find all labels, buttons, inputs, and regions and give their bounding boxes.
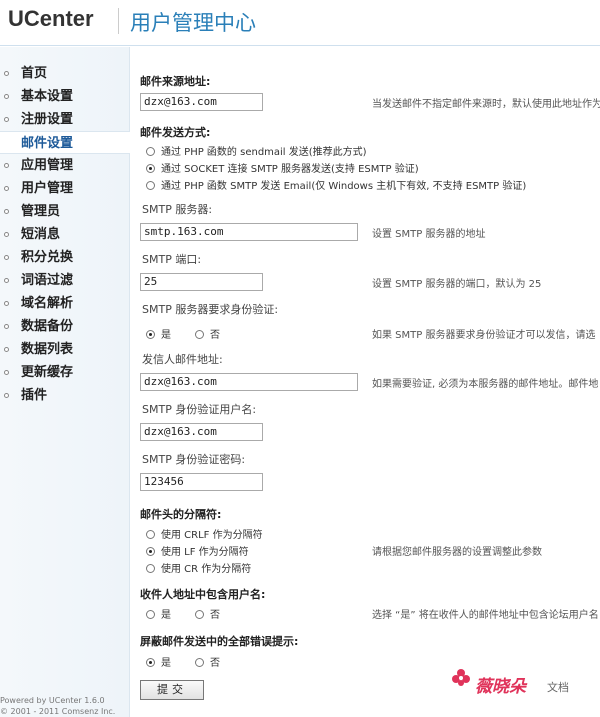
sidebar-item-update-cache[interactable]: 更新缓存 xyxy=(0,361,129,384)
smtp-server-input[interactable]: smtp.163.com xyxy=(140,223,358,241)
smtp-port-hint: 设置 SMTP 服务器的端口，默认为 25 xyxy=(372,279,542,290)
bullet-icon xyxy=(4,117,9,122)
smtp-auth-label: SMTP 服务器要求身份验证: xyxy=(142,303,279,316)
bullet-icon xyxy=(4,324,9,329)
smtp-auth-hint: 如果 SMTP 服务器要求身份验证才可以发信，请选 xyxy=(372,330,596,341)
radio-button[interactable] xyxy=(146,530,155,539)
watermark: 薇晓朵 文档 xyxy=(445,664,595,704)
radio-button[interactable] xyxy=(146,564,155,573)
radio-button[interactable] xyxy=(195,610,204,619)
sender-email-input[interactable]: dzx@163.com xyxy=(140,373,358,391)
sidebar-item-domain-resolve[interactable]: 域名解析 xyxy=(0,292,129,315)
silent-errors-yes[interactable]: 是 xyxy=(146,654,171,669)
separator-title: 邮件头的分隔符: xyxy=(140,508,222,521)
sidebar-item-mail-settings[interactable]: 邮件设置 xyxy=(0,131,130,154)
app-title: 用户管理中心 xyxy=(130,11,256,35)
smtp-server-label: SMTP 服务器: xyxy=(142,203,213,216)
radio-button-checked[interactable] xyxy=(146,547,155,556)
mail-settings-form: 邮件来源地址: dzx@163.com 当发送邮件不指定邮件来源时，默认使用此地… xyxy=(140,47,600,717)
bullet-icon xyxy=(4,393,9,398)
mail-from-title: 邮件来源地址: xyxy=(140,75,211,88)
radio-button-checked[interactable] xyxy=(146,330,155,339)
bullet-icon xyxy=(4,255,9,260)
bullet-icon xyxy=(4,301,9,306)
radio-button-checked[interactable] xyxy=(146,164,155,173)
watermark-brand: 薇晓朵 xyxy=(475,677,526,697)
ucenter-logo[interactable]: UCenter xyxy=(8,6,94,32)
radio-button[interactable] xyxy=(146,147,155,156)
separator-option-crlf[interactable]: 使用 CRLF 作为分隔符 xyxy=(146,526,263,541)
sidebar-item-home[interactable]: 首页 xyxy=(0,62,129,85)
mail-from-input[interactable]: dzx@163.com xyxy=(140,93,263,111)
radio-button[interactable] xyxy=(195,658,204,667)
bullet-icon xyxy=(4,232,9,237)
powered-by: Powered by UCenter 1.6.0 xyxy=(0,696,105,705)
sidebar-item-basic-settings[interactable]: 基本设置 xyxy=(0,85,129,108)
separator-option-lf[interactable]: 使用 LF 作为分隔符 xyxy=(146,543,249,558)
auth-pass-label: SMTP 身份验证密码: xyxy=(142,453,246,466)
sidebar: 首页 基本设置 注册设置 邮件设置 应用管理 用户管理 管理员 短消息 积分兑换… xyxy=(0,47,130,717)
bullet-icon xyxy=(4,347,9,352)
flower-logo-icon xyxy=(452,669,470,686)
separator-hint: 请根据您邮件服务器的设置调整此参数 xyxy=(372,547,542,558)
sidebar-item-app-management[interactable]: 应用管理 xyxy=(0,154,129,177)
send-method-option-socket[interactable]: 通过 SOCKET 连接 SMTP 服务器发送(支持 ESMTP 验证) xyxy=(146,160,419,175)
auth-user-input[interactable]: dzx@163.com xyxy=(140,423,263,441)
app-header: UCenter 用户管理中心 xyxy=(0,0,600,46)
bullet-icon xyxy=(4,209,9,214)
bullet-icon xyxy=(4,186,9,191)
sidebar-item-data-list[interactable]: 数据列表 xyxy=(0,338,129,361)
send-method-title: 邮件发送方式: xyxy=(140,126,211,139)
include-username-hint: 选择 “是” 将在收件人的邮件地址中包含论坛用户名 xyxy=(372,610,599,621)
send-method-option-sendmail[interactable]: 通过 PHP 函数的 sendmail 发送(推荐此方式) xyxy=(146,143,367,158)
sidebar-item-data-backup[interactable]: 数据备份 xyxy=(0,315,129,338)
smtp-port-label: SMTP 端口: xyxy=(142,253,202,266)
sidebar-footer: Powered by UCenter 1.6.0 © 2001 - 2011 C… xyxy=(0,695,115,717)
smtp-auth-no[interactable]: 否 xyxy=(195,326,220,341)
watermark-sub: 文档 xyxy=(547,681,569,694)
sidebar-item-credit-exchange[interactable]: 积分兑换 xyxy=(0,246,129,269)
bullet-icon xyxy=(4,278,9,283)
silent-errors-title: 屏蔽邮件发送中的全部错误提示: xyxy=(140,635,299,648)
send-method-option-php-smtp[interactable]: 通过 PHP 函数 SMTP 发送 Email(仅 Windows 主机下有效,… xyxy=(146,177,526,192)
sender-email-label: 发信人邮件地址: xyxy=(142,353,223,366)
smtp-port-input[interactable]: 25 xyxy=(140,273,263,291)
radio-button[interactable] xyxy=(195,330,204,339)
mail-from-hint: 当发送邮件不指定邮件来源时，默认使用此地址作为 xyxy=(372,99,600,110)
sidebar-nav: 首页 基本设置 注册设置 邮件设置 应用管理 用户管理 管理员 短消息 积分兑换… xyxy=(0,62,130,407)
sidebar-item-register-settings[interactable]: 注册设置 xyxy=(0,108,129,131)
bullet-icon xyxy=(4,94,9,99)
header-divider xyxy=(118,8,119,34)
separator-option-cr[interactable]: 使用 CR 作为分隔符 xyxy=(146,560,251,575)
smtp-server-hint: 设置 SMTP 服务器的地址 xyxy=(372,229,486,240)
auth-pass-input[interactable]: 123456 xyxy=(140,473,263,491)
bullet-icon xyxy=(4,71,9,76)
sidebar-item-plugins[interactable]: 插件 xyxy=(0,384,129,407)
radio-button-checked[interactable] xyxy=(146,658,155,667)
auth-user-label: SMTP 身份验证用户名: xyxy=(142,403,257,416)
submit-button[interactable]: 提交 xyxy=(140,680,204,700)
include-username-yes[interactable]: 是 xyxy=(146,606,171,621)
sender-email-hint: 如果需要验证, 必须为本服务器的邮件地址。邮件地 xyxy=(372,379,599,390)
sidebar-item-messages[interactable]: 短消息 xyxy=(0,223,129,246)
sidebar-item-word-filter[interactable]: 词语过滤 xyxy=(0,269,129,292)
radio-button[interactable] xyxy=(146,181,155,190)
silent-errors-no[interactable]: 否 xyxy=(195,654,220,669)
bullet-icon xyxy=(4,370,9,375)
smtp-auth-yes[interactable]: 是 xyxy=(146,326,171,341)
copyright: © 2001 - 2011 Comsenz Inc. xyxy=(0,707,116,716)
sidebar-item-user-management[interactable]: 用户管理 xyxy=(0,177,129,200)
bullet-icon xyxy=(4,163,9,168)
radio-button[interactable] xyxy=(146,610,155,619)
include-username-no[interactable]: 否 xyxy=(195,606,220,621)
include-username-title: 收件人地址中包含用户名: xyxy=(140,588,266,601)
sidebar-item-admins[interactable]: 管理员 xyxy=(0,200,129,223)
